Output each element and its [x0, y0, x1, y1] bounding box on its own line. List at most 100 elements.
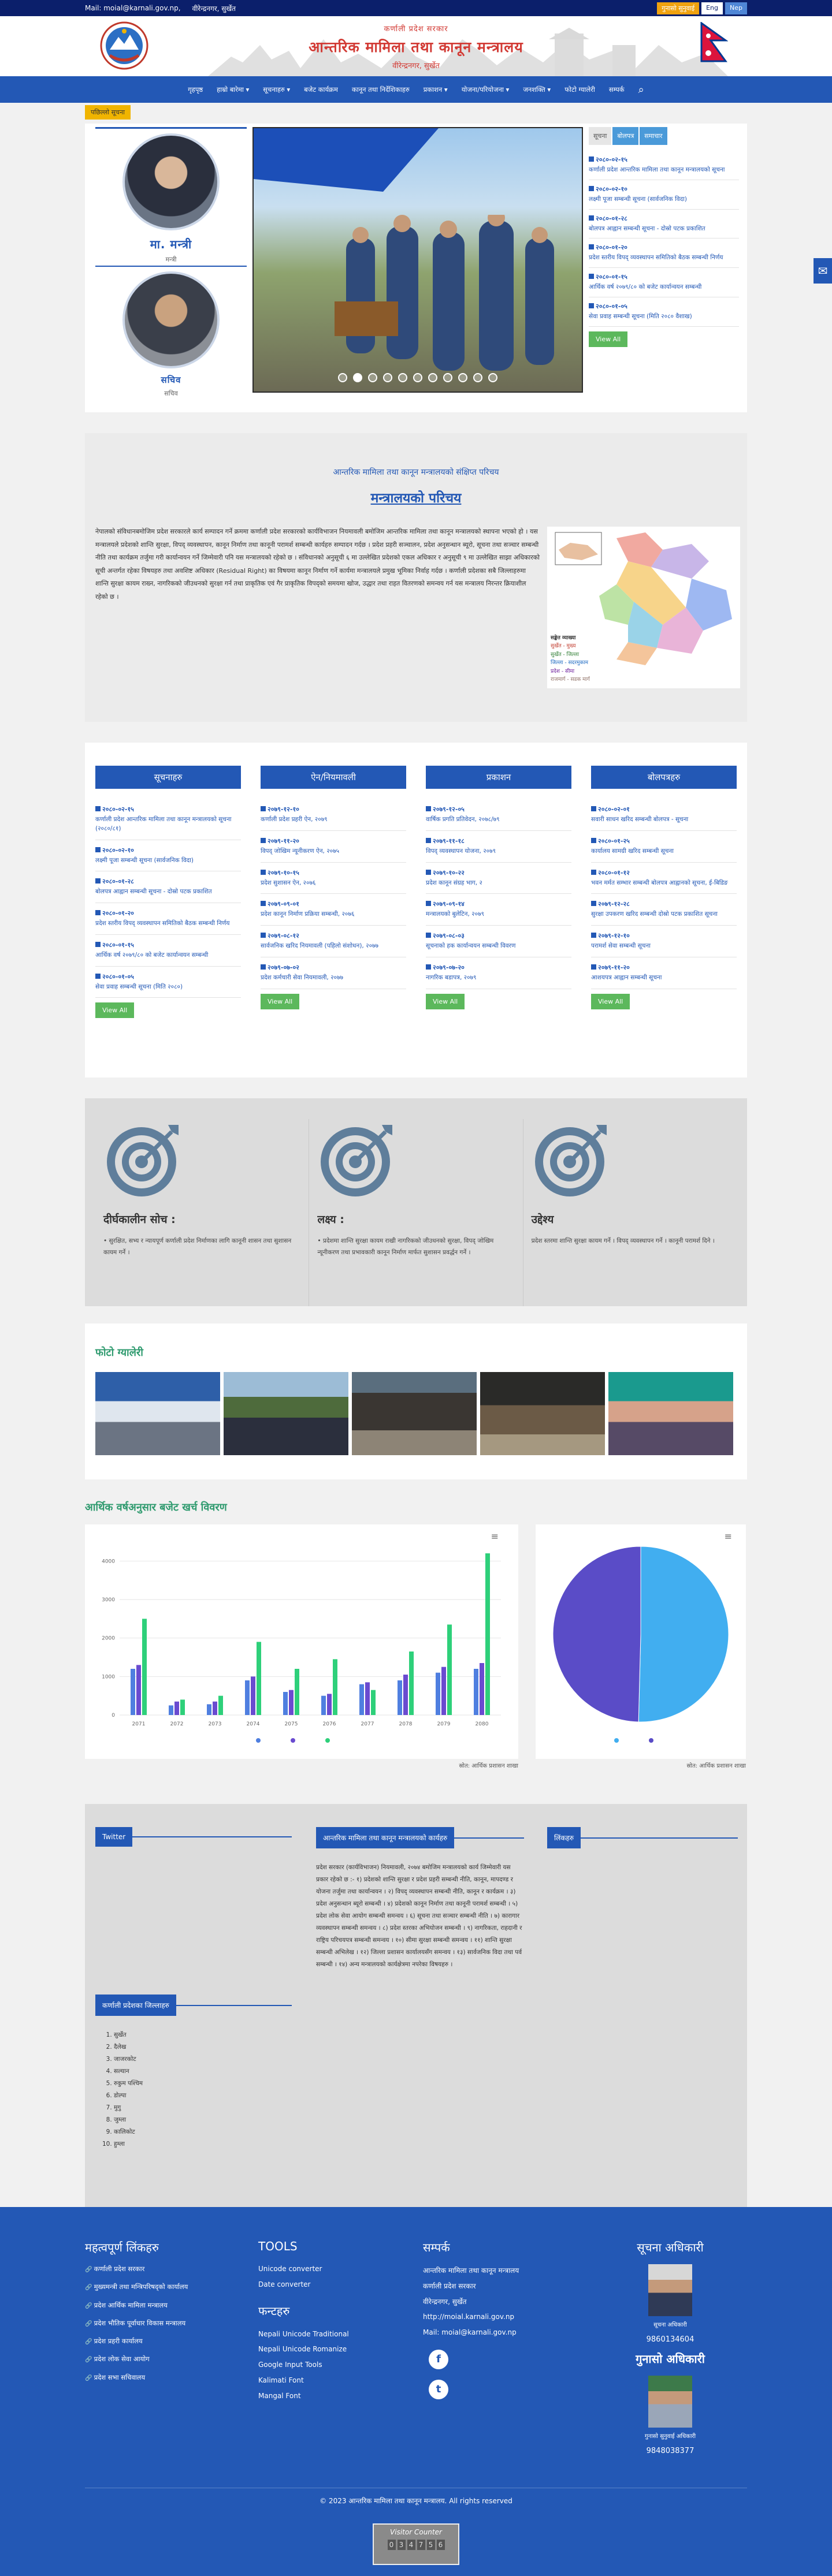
list-item[interactable]: २०७९-०८-०३ सूचनाको हक कार्यान्वयन सम्बन्ध…	[426, 926, 571, 957]
pie-chart[interactable]: ≡	[536, 1524, 746, 1759]
news-item[interactable]: २०८०-०१-०५ सेवा प्रवाह सम्बन्धी सूचना (मि…	[589, 297, 739, 327]
nav-item-laws[interactable]: कानून तथा निर्देशिकाहरु	[352, 85, 410, 94]
list-item[interactable]: २०८०-०२-०१ सवारी साधन खरिद सम्बन्धी बोलपत…	[591, 799, 737, 831]
district-item[interactable]: दैलेख	[114, 2041, 274, 2053]
list-item[interactable]: २०७९-१२-१० कर्णाली प्रदेश प्रहरी ऐन, २०७९	[261, 799, 406, 831]
slider-dot[interactable]	[443, 373, 452, 382]
footer-font-link[interactable]: Mangal Font	[258, 2389, 385, 2403]
footer-font-link[interactable]: Google Input Tools	[258, 2358, 385, 2372]
legend-marker[interactable]	[325, 1738, 330, 1743]
news-title[interactable]: सुरक्षा उपकरण खरिद सम्बन्धी दोस्रो पटक प…	[591, 910, 737, 919]
news-title[interactable]: सार्वजनिक खरिद नियमावली (पहिलो संशोधन), …	[261, 942, 406, 951]
news-title[interactable]: लक्ष्मी पूजा सम्बन्धी सूचना (सार्वजनिक व…	[95, 856, 241, 866]
nav-item-contact[interactable]: सम्पर्क	[609, 85, 625, 94]
district-item[interactable]: जाजरकोट	[114, 2053, 274, 2066]
news-item[interactable]: २०८०-०१-२० प्रदेश स्तरीय विपद् व्यवस्थापन…	[589, 238, 739, 268]
nav-item-home[interactable]: गृहपृष्ठ	[188, 85, 203, 94]
nav-item-publications[interactable]: प्रकाशन ▾	[424, 85, 448, 94]
gallery-photo[interactable]	[224, 1372, 348, 1455]
news-title[interactable]: प्रदेश कानून संग्रह भाग, २	[426, 879, 571, 888]
list-item[interactable]: २०७९-१२-२८ सुरक्षा उपकरण खरिद सम्बन्धी दो…	[591, 894, 737, 926]
bar[interactable]	[441, 1667, 446, 1715]
list-item[interactable]: २०८०-०१-१५ आर्थिक वर्ष २०७९/८० को बजेट का…	[95, 935, 241, 967]
list-item[interactable]: २०७९-०७-२० नागरिक बडापत्र, २०७९	[426, 957, 571, 989]
news-item[interactable]: २०८०-०१-२८ बोलपत्र आह्वान सम्बन्धी सूचना …	[589, 210, 739, 239]
pie-slice[interactable]	[638, 1546, 729, 1723]
bar[interactable]	[136, 1665, 141, 1715]
bar[interactable]	[403, 1675, 408, 1715]
bar[interactable]	[169, 1705, 173, 1715]
nav-item-staff[interactable]: जनशक्ति ▾	[523, 85, 551, 94]
footer-link-label[interactable]: प्रदेश लोक सेवा आयोग	[94, 2355, 150, 2363]
footer-link-label[interactable]: कर्णाली प्रदेश सरकार	[94, 2265, 145, 2273]
bar[interactable]	[447, 1624, 452, 1715]
tab-notice[interactable]: सूचना	[589, 127, 612, 145]
bar[interactable]	[251, 1676, 255, 1715]
grievance-button[interactable]: गुनासो सुनुवाई	[657, 2, 700, 14]
pie-slice[interactable]	[552, 1546, 641, 1723]
news-title[interactable]: वार्षिक प्रगति प्रतिवेदन, २०७८/७९	[426, 815, 571, 825]
footer-link-label[interactable]: प्रदेश प्रहरी कार्यालय	[94, 2337, 143, 2345]
bar[interactable]	[371, 1690, 376, 1715]
bar[interactable]	[213, 1701, 217, 1715]
tab-tender[interactable]: बोलपत्र	[612, 127, 639, 145]
footer-tool-link[interactable]: Date converter	[258, 2278, 385, 2291]
image-slider[interactable]	[252, 127, 583, 393]
list-item[interactable]: २०७९-११-२० विपद् जोखिम न्यूनीकरण ऐन, २०७५	[261, 831, 406, 863]
list-item[interactable]: २०७९-०८-१२ सार्वजनिक खरिद नियमावली (पहिलो…	[261, 926, 406, 957]
news-title[interactable]: मन्त्रालयको बुलेटिन, २०७९	[426, 910, 571, 919]
bar[interactable]	[359, 1684, 364, 1715]
footer-link[interactable]: 🔗 प्रदेश प्रहरी कार्यालय	[85, 2336, 235, 2346]
slider-dot[interactable]	[458, 373, 467, 382]
footer-font-link[interactable]: Nepali Unicode Traditional	[258, 2328, 385, 2341]
news-title[interactable]: आशयपत्र आह्वान सम्बन्धी सूचना	[591, 974, 737, 983]
footer-font-link[interactable]: Nepali Unicode Romanize	[258, 2343, 385, 2356]
column-heading[interactable]: ऐन/नियमावली	[261, 766, 406, 789]
news-title[interactable]: आर्थिक वर्ष २०७९/८० को बजेट कार्यान्वयन …	[589, 283, 739, 292]
list-item[interactable]: २०७९-०७-०२ प्रदेश कर्मचारी सेवा नियमावली,…	[261, 957, 406, 989]
list-item[interactable]: २०८०-०१-२५ कार्यालय सामग्री खरिद सम्बन्धी…	[591, 831, 737, 863]
news-title[interactable]: प्रदेश स्तरीय विपद् व्यवस्थापन समितिको ब…	[589, 254, 739, 263]
slider-dot[interactable]	[368, 373, 377, 382]
slider-dot[interactable]	[353, 373, 362, 382]
view-all-button[interactable]: View All	[261, 993, 300, 1009]
slider-dot[interactable]	[428, 373, 437, 382]
gallery-photo[interactable]	[608, 1372, 733, 1455]
slider-dot[interactable]	[383, 373, 392, 382]
news-title[interactable]: परामर्श सेवा सम्बन्धी सूचना	[591, 942, 737, 951]
column-heading[interactable]: बोलपत्रहरु	[591, 766, 737, 789]
news-title[interactable]: प्रदेश कर्मचारी सेवा नियमावली, २०७७	[261, 974, 406, 983]
twitter-icon[interactable]: t	[429, 2379, 448, 2399]
gallery-photo[interactable]	[95, 1372, 220, 1455]
footer-link-label[interactable]: प्रदेश आर्थिक मामिला मन्त्रालय	[94, 2301, 168, 2309]
bar[interactable]	[207, 1704, 211, 1715]
slider-dot[interactable]	[398, 373, 407, 382]
bar[interactable]	[485, 1553, 490, 1715]
bar[interactable]	[180, 1699, 185, 1715]
bar[interactable]	[436, 1672, 440, 1715]
footer-tool-link[interactable]: Unicode converter	[258, 2262, 385, 2276]
bar[interactable]	[327, 1694, 332, 1715]
bar[interactable]	[257, 1642, 261, 1715]
facebook-icon[interactable]: f	[429, 2349, 448, 2369]
news-item[interactable]: २०८०-०२-१५ कर्णाली प्रदेश आन्तरिक मामिला …	[589, 151, 739, 180]
bar[interactable]	[142, 1619, 147, 1715]
view-all-button[interactable]: View All	[589, 331, 628, 347]
footer-link[interactable]: 🔗 मुख्यमन्त्री तथा मन्त्रिपरिषद्को कार्य…	[85, 2282, 235, 2292]
slider-dot[interactable]	[338, 373, 347, 382]
search-icon[interactable]: ⌕	[638, 84, 644, 96]
district-item[interactable]: हुम्ला	[114, 2138, 274, 2150]
nav-item-projects[interactable]: योजना/परियोजना ▾	[462, 85, 510, 94]
mail-icon[interactable]: ✉	[814, 258, 832, 284]
bar[interactable]	[245, 1680, 250, 1715]
bar[interactable]	[283, 1692, 288, 1715]
district-item[interactable]: रुकुम पश्चिम	[114, 2078, 274, 2090]
news-item[interactable]: २०८०-०२-१० लक्ष्मी पूजा सम्बन्धी सूचना (स…	[589, 180, 739, 210]
district-item[interactable]: जुम्ला	[114, 2114, 274, 2126]
bar[interactable]	[365, 1682, 370, 1715]
legend-marker[interactable]	[649, 1738, 653, 1743]
bar[interactable]	[289, 1690, 294, 1715]
news-title[interactable]: प्रदेश सुशासन ऐन, २०७६	[261, 879, 406, 888]
nav-item-about[interactable]: हाम्रो बारेमा ▾	[217, 85, 249, 94]
footer-link[interactable]: 🔗 प्रदेश लोक सेवा आयोग	[85, 2354, 235, 2364]
